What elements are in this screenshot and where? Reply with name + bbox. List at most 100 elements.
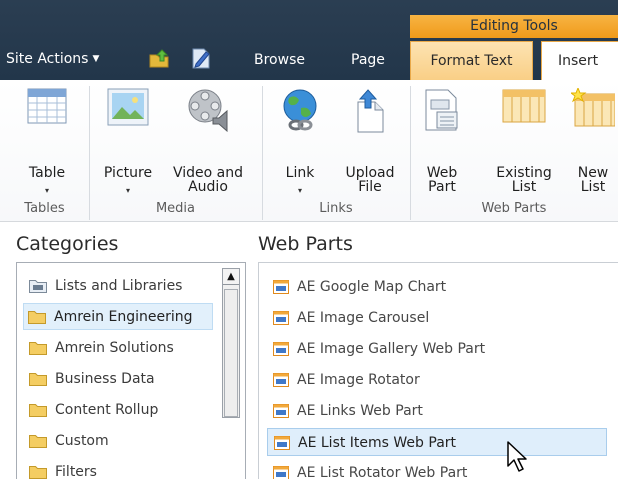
list-item[interactable]: Amrein Engineering <box>23 303 213 330</box>
insert-web-part-button[interactable]: Web Part <box>402 89 482 195</box>
tab-insert[interactable]: Insert <box>541 41 618 81</box>
web-part-item-icon <box>274 436 290 450</box>
categories-list[interactable]: Lists and Libraries Amrein Engineering A… <box>16 262 246 479</box>
link-globe-icon <box>283 89 317 131</box>
group-separator <box>410 86 411 220</box>
category-label: Amrein Engineering <box>54 309 193 325</box>
upload-file-icon <box>357 89 384 133</box>
web-part-item-icon <box>273 373 289 387</box>
scroll-up-arrow-icon[interactable]: ▲ <box>223 269 239 285</box>
category-label: Custom <box>55 433 109 449</box>
scroll-thumb[interactable] <box>224 289 238 417</box>
web-part-item-icon <box>273 466 289 479</box>
category-label: Amrein Solutions <box>55 340 174 356</box>
folder-icon <box>29 342 47 355</box>
web-part-label: AE List Items Web Part <box>298 435 457 451</box>
list-item[interactable]: AE Image Rotator <box>267 366 607 394</box>
video-audio-icon <box>188 89 228 132</box>
web-part-item-icon <box>273 280 289 294</box>
link-label: Link <box>285 165 315 181</box>
tab-format-text[interactable]: Format Text <box>410 41 533 80</box>
upload-file-label-line2: File <box>358 179 382 195</box>
new-list-icon <box>571 88 615 127</box>
table-icon <box>27 88 67 124</box>
web-part-label: AE Links Web Part <box>297 403 423 419</box>
edit-page-icon[interactable] <box>190 46 212 70</box>
navigate-up-icon[interactable] <box>148 47 170 69</box>
list-item[interactable]: AE Links Web Part <box>267 397 607 425</box>
web-parts-list[interactable]: AE Google Map Chart AE Image Carousel AE… <box>258 262 618 479</box>
web-part-item-icon <box>273 342 289 356</box>
list-item[interactable]: AE List Items Web Part <box>267 428 607 456</box>
site-actions-menu[interactable]: Site Actions ▼ <box>6 51 99 67</box>
web-part-label-line1: Web <box>426 165 458 181</box>
web-part-label: AE Image Carousel <box>297 310 430 326</box>
list-item[interactable]: Lists and Libraries <box>25 273 215 300</box>
folder-icon <box>29 466 47 479</box>
web-part-label: AE List Rotator Web Part <box>297 465 468 479</box>
list-item[interactable]: Amrein Solutions <box>25 335 215 362</box>
category-label: Business Data <box>55 371 155 387</box>
list-item[interactable]: Business Data <box>25 366 215 393</box>
site-actions-label: Site Actions <box>6 51 89 67</box>
list-item[interactable]: Filters <box>25 459 215 479</box>
mouse-pointer-icon <box>507 441 527 472</box>
web-part-item-icon <box>273 311 289 325</box>
new-list-button[interactable]: New List <box>553 88 618 195</box>
video-audio-label-line2: Audio <box>188 179 228 195</box>
list-item[interactable]: Content Rollup <box>25 397 215 424</box>
chevron-down-icon: ▾ <box>297 186 302 195</box>
folder-icon <box>29 404 47 417</box>
table-label: Table <box>28 165 66 181</box>
web-parts-heading: Web Parts <box>258 233 353 255</box>
existing-list-label-line2: List <box>511 179 537 195</box>
list-item[interactable]: AE List Rotator Web Part <box>267 459 607 479</box>
group-label-web-parts: Web Parts <box>481 201 547 216</box>
chevron-down-icon: ▾ <box>44 186 49 195</box>
web-part-item-icon <box>273 404 289 418</box>
upload-file-label-line1: Upload <box>345 165 395 181</box>
tab-browse[interactable]: Browse <box>254 52 305 68</box>
category-label: Content Rollup <box>55 402 159 418</box>
group-separator <box>262 86 263 220</box>
editing-tools-group-label: Editing Tools <box>410 15 618 38</box>
existing-list-button[interactable]: Existing List <box>484 89 564 195</box>
web-part-label-line2: Part <box>428 179 456 195</box>
group-separator <box>89 86 90 220</box>
list-item[interactable]: AE Image Carousel <box>267 304 607 332</box>
chevron-down-icon: ▾ <box>125 186 130 195</box>
video-audio-label-line1: Video and <box>172 165 243 181</box>
tab-page[interactable]: Page <box>351 52 385 68</box>
list-item[interactable]: AE Image Gallery Web Part <box>267 335 607 363</box>
group-label-links: Links <box>319 201 353 216</box>
top-bar: Editing Tools Site Actions ▼ Browse Page … <box>0 0 618 81</box>
folder-icon <box>28 311 46 324</box>
picture-label: Picture <box>103 165 153 181</box>
category-label: Lists and Libraries <box>55 278 183 294</box>
web-part-label: AE Image Gallery Web Part <box>297 341 486 357</box>
insert-video-audio-button[interactable]: Video and Audio <box>168 89 248 195</box>
categories-heading: Categories <box>16 233 119 255</box>
category-label: Filters <box>55 464 97 479</box>
upload-file-button[interactable]: Upload File <box>330 89 410 195</box>
existing-list-icon <box>502 89 546 123</box>
web-part-label: AE Google Map Chart <box>297 279 447 295</box>
categories-scrollbar[interactable]: ▲ <box>222 268 240 418</box>
list-item[interactable]: AE Google Map Chart <box>267 273 607 301</box>
ribbon: Table ▾ Picture ▾ Video and Audio Link ▾… <box>0 80 618 222</box>
insert-link-button[interactable]: Link ▾ <box>260 89 340 195</box>
insert-picture-button[interactable]: Picture ▾ <box>88 88 168 195</box>
list-item[interactable]: Custom <box>25 428 215 455</box>
web-part-label: AE Image Rotator <box>297 372 420 388</box>
picture-icon <box>107 88 149 126</box>
folder-icon <box>29 373 47 386</box>
web-part-icon <box>425 89 458 131</box>
library-folder-icon <box>29 280 47 293</box>
new-list-label-line2: List <box>580 179 606 195</box>
group-label-media: Media <box>155 201 196 216</box>
group-label-tables: Tables <box>24 201 65 216</box>
existing-list-label-line1: Existing <box>496 165 552 181</box>
folder-icon <box>29 435 47 448</box>
chevron-down-icon: ▼ <box>92 54 100 64</box>
insert-table-button[interactable]: Table ▾ <box>7 88 87 195</box>
